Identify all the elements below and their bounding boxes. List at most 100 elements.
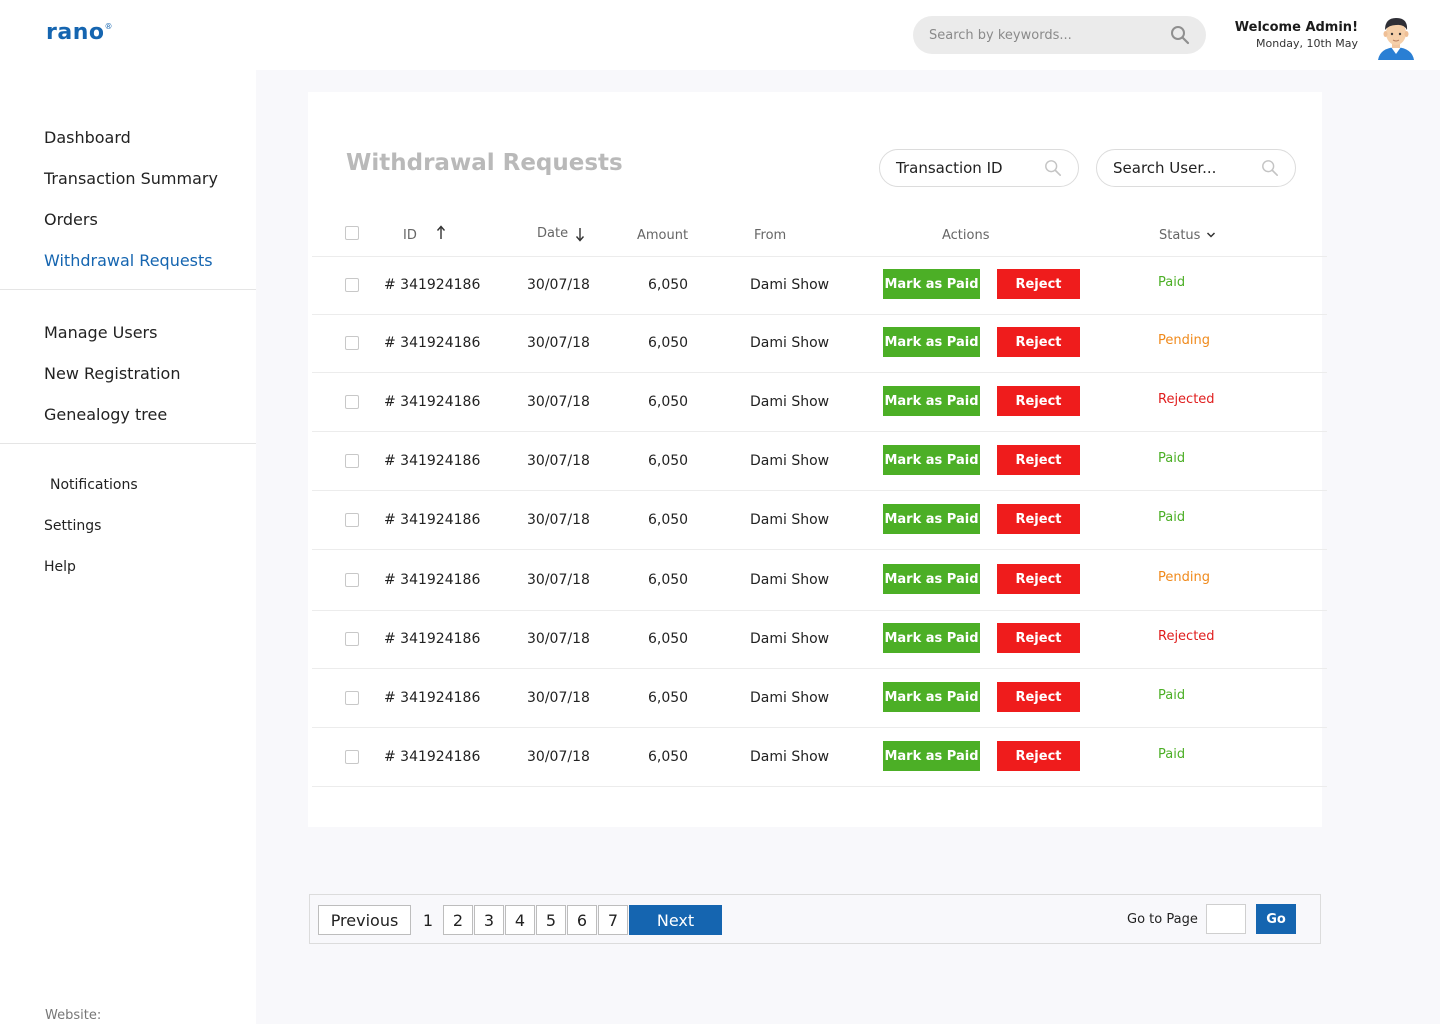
- column-header-id[interactable]: ID: [403, 228, 417, 243]
- goto-page-input[interactable]: [1206, 904, 1246, 934]
- previous-page-button[interactable]: Previous: [318, 905, 411, 935]
- row-from: Dami Show: [750, 631, 830, 647]
- reject-button[interactable]: Reject: [997, 269, 1080, 299]
- mark-as-paid-button[interactable]: Mark as Paid: [883, 445, 980, 475]
- reject-button[interactable]: Reject: [997, 327, 1080, 357]
- row-from: Dami Show: [750, 572, 830, 588]
- search-icon[interactable]: [1044, 159, 1062, 177]
- next-page-button[interactable]: Next: [629, 905, 722, 935]
- table-bottom-border: [312, 786, 1327, 787]
- row-checkbox[interactable]: [345, 750, 359, 764]
- sidebar-item-settings[interactable]: Settings: [44, 518, 101, 534]
- row-from: Dami Show: [750, 749, 830, 765]
- status-paid: Paid: [1158, 688, 1186, 703]
- row-checkbox[interactable]: [345, 573, 359, 587]
- sidebar-divider: [0, 289, 256, 290]
- page-button-4[interactable]: 4: [505, 905, 535, 935]
- sidebar-item-manage-users[interactable]: Manage Users: [44, 323, 157, 342]
- sort-descending-icon[interactable]: [575, 227, 585, 242]
- status-filter-dropdown[interactable]: Status: [1159, 228, 1200, 243]
- sidebar-item-orders[interactable]: Orders: [44, 210, 98, 229]
- status-paid: Paid: [1158, 275, 1186, 290]
- select-all-checkbox[interactable]: [345, 226, 359, 240]
- row-id: # 341924186: [384, 572, 481, 588]
- column-header-amount: Amount: [637, 228, 689, 243]
- row-amount: 6,050: [648, 453, 689, 469]
- row-checkbox[interactable]: [345, 513, 359, 527]
- sidebar-item-help[interactable]: Help: [44, 559, 76, 575]
- sidebar-item-withdrawal-requests[interactable]: Withdrawal Requests: [44, 251, 213, 270]
- reject-button[interactable]: Reject: [997, 504, 1080, 534]
- keyword-search-placeholder: Search by keywords...: [929, 27, 1072, 43]
- row-id: # 341924186: [384, 277, 481, 293]
- avatar[interactable]: [1374, 14, 1418, 60]
- mark-as-paid-button[interactable]: Mark as Paid: [883, 504, 980, 534]
- reject-button[interactable]: Reject: [997, 445, 1080, 475]
- sidebar-item-genealogy-tree[interactable]: Genealogy tree: [44, 405, 167, 424]
- page-button-7[interactable]: 7: [598, 905, 628, 935]
- mark-as-paid-button[interactable]: Mark as Paid: [883, 386, 980, 416]
- row-date: 30/07/18: [527, 749, 590, 765]
- reject-button[interactable]: Reject: [997, 682, 1080, 712]
- column-header-date-label: Date: [537, 226, 569, 241]
- pagination-bar: Previous 1 2 3 4 5 6 7 Next Go to Page G…: [309, 894, 1321, 944]
- row-date: 30/07/18: [527, 512, 590, 528]
- page-button-5[interactable]: 5: [536, 905, 566, 935]
- column-header-actions: Actions: [942, 228, 990, 243]
- mark-as-paid-button[interactable]: Mark as Paid: [883, 269, 980, 299]
- reject-button[interactable]: Reject: [997, 623, 1080, 653]
- mark-as-paid-button[interactable]: Mark as Paid: [883, 682, 980, 712]
- transaction-id-search-input[interactable]: Transaction ID: [879, 149, 1079, 187]
- row-checkbox[interactable]: [345, 395, 359, 409]
- mark-as-paid-button[interactable]: Mark as Paid: [883, 564, 980, 594]
- row-id: # 341924186: [384, 335, 481, 351]
- row-date: 30/07/18: [527, 690, 590, 706]
- row-date: 30/07/18: [527, 335, 590, 351]
- page-button-2[interactable]: 2: [443, 905, 473, 935]
- row-checkbox[interactable]: [345, 691, 359, 705]
- reject-button[interactable]: Reject: [997, 386, 1080, 416]
- column-header-date[interactable]: Date: [537, 226, 568, 241]
- row-id: # 341924186: [384, 453, 481, 469]
- go-button[interactable]: Go: [1256, 904, 1296, 934]
- search-icon[interactable]: [1170, 25, 1190, 45]
- column-header-id-label: ID: [403, 228, 417, 243]
- mark-as-paid-button[interactable]: Mark as Paid: [883, 623, 980, 653]
- sidebar-item-transaction-summary[interactable]: Transaction Summary: [44, 169, 218, 188]
- reject-button[interactable]: Reject: [997, 741, 1080, 771]
- row-checkbox[interactable]: [345, 336, 359, 350]
- status-rejected: Rejected: [1158, 629, 1215, 644]
- row-from: Dami Show: [750, 512, 830, 528]
- row-amount: 6,050: [648, 690, 689, 706]
- page-button-3[interactable]: 3: [474, 905, 504, 935]
- row-checkbox[interactable]: [345, 454, 359, 468]
- mark-as-paid-button[interactable]: Mark as Paid: [883, 741, 980, 771]
- sidebar-item-notifications[interactable]: Notifications: [50, 477, 138, 493]
- row-checkbox[interactable]: [345, 632, 359, 646]
- sidebar-item-new-registration[interactable]: New Registration: [44, 364, 180, 383]
- user-search-input[interactable]: Search User...: [1096, 149, 1296, 187]
- status-rejected: Rejected: [1158, 392, 1215, 407]
- logo-trademark: ®: [104, 22, 113, 31]
- sidebar-item-dashboard[interactable]: Dashboard: [44, 128, 131, 147]
- status-pending: Pending: [1158, 570, 1210, 585]
- sort-ascending-icon[interactable]: [436, 225, 446, 240]
- row-date: 30/07/18: [527, 572, 590, 588]
- row-amount: 6,050: [648, 394, 689, 410]
- page-button-6[interactable]: 6: [567, 905, 597, 935]
- row-checkbox[interactable]: [345, 278, 359, 292]
- row-amount: 6,050: [648, 512, 689, 528]
- keyword-search-input[interactable]: Search by keywords...: [913, 16, 1206, 54]
- row-date: 30/07/18: [527, 394, 590, 410]
- mark-as-paid-button[interactable]: Mark as Paid: [883, 327, 980, 357]
- search-icon[interactable]: [1261, 159, 1279, 177]
- status-paid: Paid: [1158, 510, 1186, 525]
- chevron-down-icon[interactable]: [1206, 231, 1216, 239]
- logo[interactable]: rano®: [46, 20, 113, 45]
- transaction-id-placeholder: Transaction ID: [896, 159, 1003, 177]
- reject-button[interactable]: Reject: [997, 564, 1080, 594]
- logo-text: rano: [46, 20, 105, 45]
- goto-page-label: Go to Page: [1127, 912, 1198, 927]
- row-from: Dami Show: [750, 453, 830, 469]
- page-button-1[interactable]: 1: [413, 905, 443, 935]
